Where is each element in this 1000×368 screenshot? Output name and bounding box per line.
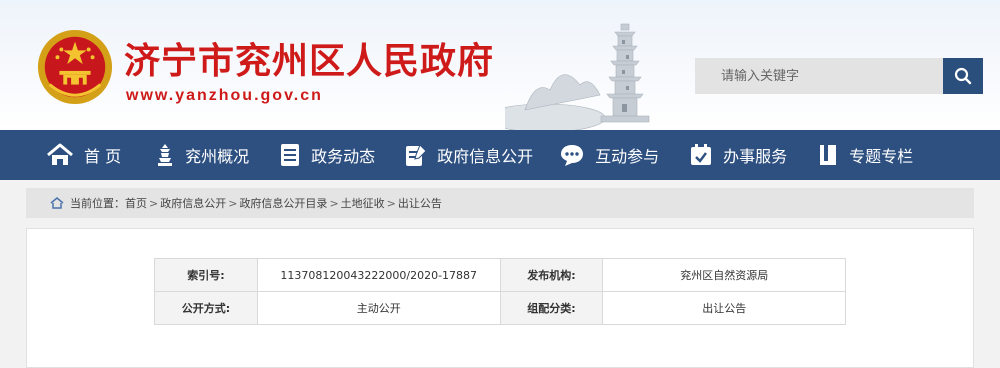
breadcrumb-item-info-catalog[interactable]: 政府信息公开目录 (239, 195, 327, 211)
search-input[interactable] (695, 58, 943, 94)
document-edit-icon (406, 144, 427, 166)
search-icon (954, 67, 972, 85)
publisher-value: 兖州区自然资源局 (602, 258, 846, 292)
breadcrumb-item-land-acquisition[interactable]: 土地征收 (341, 195, 385, 211)
breadcrumb-home-icon (50, 197, 64, 209)
breadcrumb-item-transfer-notice[interactable]: 出让公告 (398, 195, 442, 211)
breadcrumb-separator: > (386, 196, 396, 210)
main-nav: 首 页 兖州概况 政务动态 政府信息公开 互动参与 办事服务 专题专栏 (0, 130, 1000, 180)
nav-item-special[interactable]: 专题专栏 (817, 130, 913, 180)
home-icon (47, 143, 73, 165)
nav-label-overview: 兖州概况 (185, 147, 250, 166)
chat-bubble-icon (561, 145, 584, 166)
nav-label-services: 办事服务 (723, 147, 788, 166)
breadcrumb-separator: > (329, 196, 339, 210)
national-emblem-icon (37, 29, 113, 105)
breadcrumb-item-info-public[interactable]: 政府信息公开 (160, 195, 226, 211)
nav-label-news: 政务动态 (311, 147, 376, 166)
category-label: 组配分类: (499, 291, 604, 325)
document-list-icon (281, 144, 300, 166)
nav-item-services[interactable]: 办事服务 (689, 130, 787, 180)
category-value: 出让公告 (602, 291, 846, 325)
disclosure-method-label: 公开方式: (154, 291, 258, 325)
site-header: 济宁市兖州区人民政府 www.yanzhou.gov.cn (0, 0, 1000, 130)
nav-label-interaction: 互动参与 (595, 147, 660, 166)
nav-label-special: 专题专栏 (849, 147, 914, 166)
pagoda-icon (158, 144, 173, 166)
nav-label-home: 首 页 (84, 147, 122, 166)
nav-item-info-public[interactable]: 政府信息公开 (405, 130, 533, 180)
nav-item-news[interactable]: 政务动态 (279, 130, 375, 180)
calendar-check-icon (691, 144, 712, 165)
table-row: 索引号: 11370812004322200​0/2020-17887 发布机构… (154, 258, 846, 292)
disclosure-method-value: 主动公开 (256, 291, 501, 325)
breadcrumb-prefix: 当前位置： (70, 197, 125, 210)
document-meta-table: 索引号: 11370812004322200​0/2020-17887 发布机构… (154, 258, 846, 325)
nav-item-overview[interactable]: 兖州概况 (155, 130, 249, 180)
site-url: www.yanzhou.gov.cn (126, 87, 323, 104)
index-number-label: 索引号: (154, 258, 258, 292)
breadcrumb-item-home[interactable]: 首页 (125, 195, 147, 211)
content-panel: 索引号: 11370812004322200​0/2020-17887 发布机构… (26, 228, 974, 368)
nav-label-info-public: 政府信息公开 (437, 147, 534, 166)
search-button[interactable] (943, 58, 983, 94)
nav-item-home[interactable]: 首 页 (46, 130, 121, 180)
site-title: 济宁市兖州区人民政府 (124, 40, 495, 82)
index-number-value: 11370812004322200​0/2020-17887 (256, 258, 501, 292)
breadcrumb-separator: > (228, 196, 238, 210)
nav-item-interaction[interactable]: 互动参与 (559, 130, 659, 180)
breadcrumb-separator: > (149, 196, 159, 210)
pagoda-illustration (505, 23, 650, 130)
publisher-label: 发布机构: (499, 258, 604, 292)
breadcrumb: 当前位置： 首页 > 政府信息公开 > 政府信息公开目录 > 土地征收 > 出让… (26, 188, 974, 218)
table-row: 公开方式: 主动公开 组配分类: 出让公告 (154, 291, 846, 325)
book-icon (820, 145, 837, 165)
